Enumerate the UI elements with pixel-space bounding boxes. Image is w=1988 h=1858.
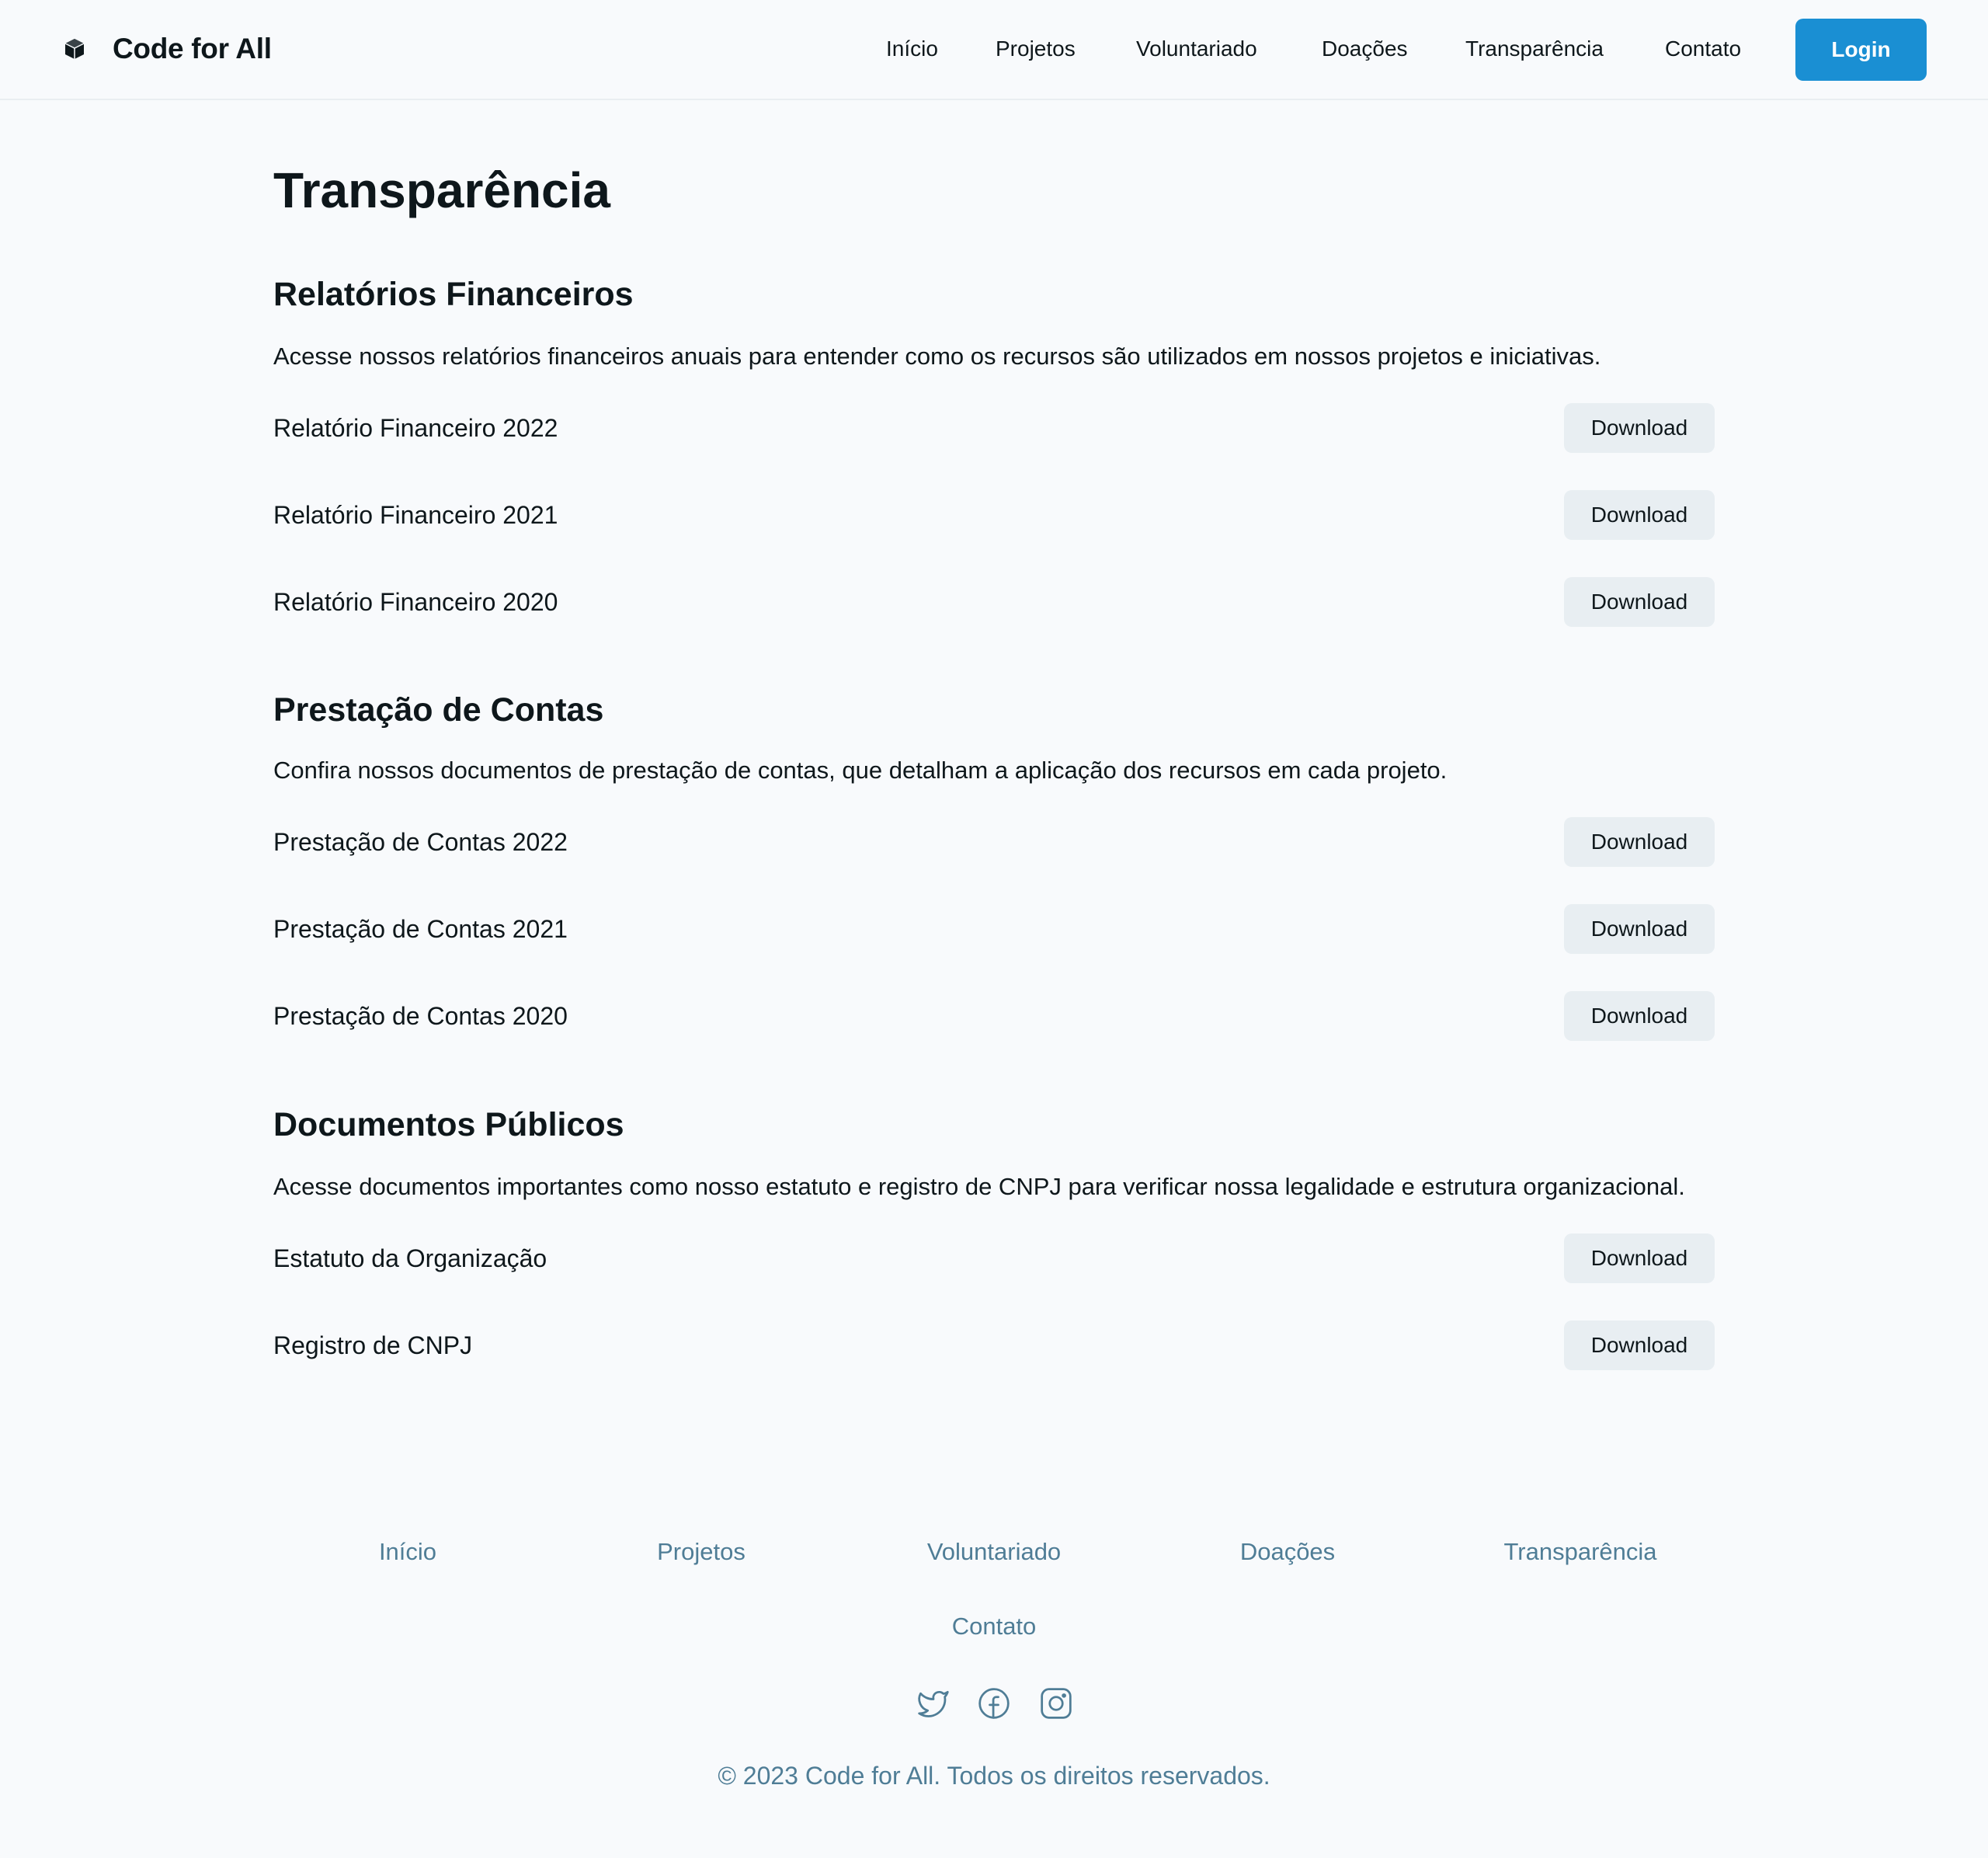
brand[interactable]: Code for All [62, 30, 272, 68]
download-button[interactable]: Download [1564, 991, 1715, 1041]
document-row: Relatório Financeiro 2021 Download [273, 471, 1715, 558]
section-description: Confira nossos documentos de prestação d… [273, 757, 1448, 784]
document-row: Registro de CNPJ Download [273, 1302, 1715, 1389]
document-row: Prestação de Contas 2021 Download [273, 886, 1715, 972]
download-button[interactable]: Download [1564, 403, 1715, 453]
facebook-icon[interactable] [977, 1686, 1011, 1721]
download-button[interactable]: Download [1564, 490, 1715, 540]
footer-link-transparencia[interactable]: Transparência [1503, 1533, 1656, 1571]
download-button[interactable]: Download [1564, 577, 1715, 627]
instagram-icon[interactable] [1039, 1686, 1073, 1721]
document-label: Relatório Financeiro 2021 [273, 501, 558, 529]
brand-name: Code for All [113, 33, 272, 64]
section-description: Acesse nossos relatórios financeiros anu… [273, 343, 1601, 370]
cube-logo-icon [64, 39, 85, 59]
nav-item-inicio[interactable]: Início [886, 31, 938, 67]
footer-link-voluntariado[interactable]: Voluntariado [927, 1533, 1061, 1571]
nav-item-contato[interactable]: Contato [1665, 31, 1741, 67]
section-accountability: Prestação de Contas Confira nossos docum… [273, 688, 1715, 1059]
section-description: Acesse documentos importantes como nosso… [273, 1173, 1685, 1200]
document-label: Prestação de Contas 2020 [273, 1002, 568, 1030]
nav-item-voluntariado[interactable]: Voluntariado [1136, 31, 1257, 67]
document-row: Relatório Financeiro 2020 Download [273, 558, 1715, 645]
footer-link-projetos[interactable]: Projetos [657, 1533, 746, 1571]
document-label: Prestação de Contas 2022 [273, 828, 568, 856]
document-label: Relatório Financeiro 2020 [273, 588, 558, 616]
section-public-documents: Documentos Públicos Acesse documentos im… [273, 1103, 1715, 1389]
document-row: Prestação de Contas 2020 Download [273, 972, 1715, 1059]
document-row: Relatório Financeiro 2022 Download [273, 384, 1715, 471]
download-button[interactable]: Download [1564, 1320, 1715, 1370]
document-label: Registro de CNPJ [273, 1331, 473, 1359]
nav-item-projetos[interactable]: Projetos [996, 31, 1076, 67]
document-row: Estatuto da Organização Download [273, 1215, 1715, 1302]
footer-link-doacoes[interactable]: Doações [1240, 1533, 1335, 1571]
copyright-text: © 2023 Code for All. Todos os direitos r… [718, 1762, 1270, 1790]
section-title: Prestação de Contas [273, 691, 604, 729]
section-title: Relatórios Financeiros [273, 276, 634, 313]
document-row: Prestação de Contas 2022 Download [273, 799, 1715, 886]
document-label: Relatório Financeiro 2022 [273, 414, 558, 442]
footer-link-inicio[interactable]: Início [379, 1533, 436, 1571]
section-financial-reports: Relatórios Financeiros Acesse nossos rel… [273, 273, 1715, 645]
twitter-icon[interactable] [916, 1686, 951, 1721]
nav-item-doacoes[interactable]: Doações [1322, 31, 1408, 67]
footer-link-contato[interactable]: Contato [952, 1608, 1037, 1645]
site-header: Code for All Início Projetos Voluntariad… [0, 0, 1988, 100]
section-title: Documentos Públicos [273, 1106, 624, 1143]
download-button[interactable]: Download [1564, 904, 1715, 954]
download-button[interactable]: Download [1564, 1233, 1715, 1283]
document-label: Prestação de Contas 2021 [273, 915, 568, 943]
nav-item-transparencia[interactable]: Transparência [1465, 31, 1604, 67]
login-button[interactable]: Login [1795, 19, 1927, 81]
document-label: Estatuto da Organização [273, 1244, 547, 1272]
page-title: Transparência [273, 162, 610, 218]
download-button[interactable]: Download [1564, 817, 1715, 867]
